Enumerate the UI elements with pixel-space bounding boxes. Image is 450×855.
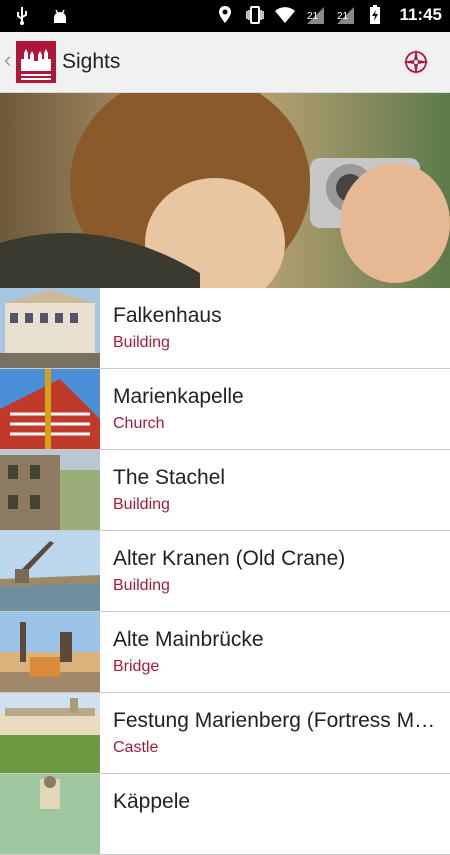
sight-name: Festung Marienberg (Fortress Marienberg) [113, 709, 443, 732]
kaeppele-thumbnail [0, 774, 100, 854]
vibrate-icon [246, 6, 265, 24]
svg-text:21: 21 [307, 11, 319, 22]
sight-category: Building [113, 577, 170, 594]
signal-icon: 21 [337, 7, 355, 24]
sight-name: Käppele [113, 790, 191, 813]
page-title: Sights [62, 50, 121, 73]
list-item[interactable]: Festung Marienberg (Fortress Marienberg)… [0, 693, 450, 774]
android-icon [54, 9, 66, 23]
status-bar: 21 21 11:45 [0, 0, 450, 32]
list-item[interactable]: Alte Mainbrücke Bridge [0, 612, 450, 693]
list-item[interactable]: Käppele [0, 774, 450, 855]
sight-category: Building [113, 334, 170, 351]
usb-icon [17, 7, 27, 25]
sight-category: Bridge [113, 658, 160, 675]
hero-image [0, 93, 450, 288]
location-icon [219, 6, 232, 23]
sight-category: Church [113, 415, 165, 432]
chevron-left-icon[interactable]: ‹ [4, 49, 11, 71]
city-logo-icon[interactable] [16, 41, 56, 83]
sights-list: Falkenhaus Building Marienkapelle Church… [0, 288, 450, 855]
marienkapelle-thumbnail [0, 369, 100, 449]
clock: 11:45 [399, 5, 442, 24]
list-item[interactable]: Falkenhaus Building [0, 288, 450, 369]
kranen-thumbnail [0, 531, 100, 611]
fortress-thumbnail [0, 693, 100, 773]
stachel-thumbnail [0, 450, 100, 530]
sight-name: The Stachel [113, 466, 226, 489]
sight-category: Building [113, 496, 170, 513]
list-item[interactable]: Marienkapelle Church [0, 369, 450, 450]
svg-text:21: 21 [337, 11, 349, 22]
bridge-thumbnail [0, 612, 100, 692]
sight-name: Alter Kranen (Old Crane) [113, 547, 346, 570]
sight-name: Falkenhaus [113, 304, 222, 327]
wifi-icon [275, 7, 296, 23]
sight-category: Castle [113, 739, 159, 756]
sight-name: Alte Mainbrücke [113, 628, 264, 651]
list-item[interactable]: The Stachel Building [0, 450, 450, 531]
list-item[interactable]: Alter Kranen (Old Crane) Building [0, 531, 450, 612]
app-bar: ‹ Sights [0, 32, 450, 93]
falkenhaus-thumbnail [0, 288, 100, 368]
battery-charging-icon [370, 5, 381, 24]
compass-icon[interactable] [402, 48, 430, 76]
signal-icon: 21 [307, 7, 325, 24]
sight-name: Marienkapelle [113, 385, 244, 408]
